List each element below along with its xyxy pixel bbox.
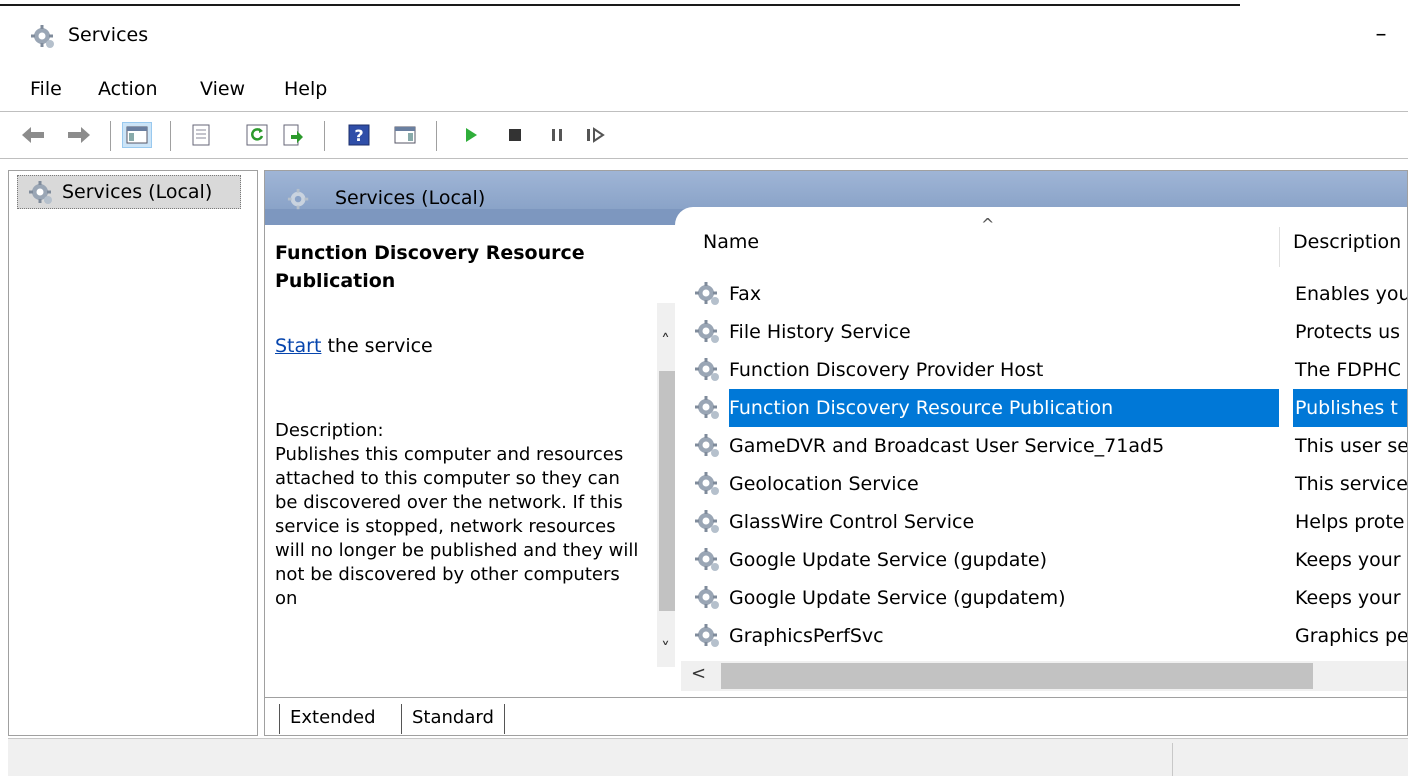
scroll-left-icon[interactable]: < [691, 663, 706, 684]
description-label: Description: [275, 420, 384, 441]
stop-service-icon[interactable] [502, 122, 528, 148]
service-gear-icon [695, 586, 719, 609]
service-name: GlassWire Control Service [729, 511, 975, 533]
menu-file[interactable]: File [30, 78, 62, 100]
properties-icon[interactable] [188, 122, 214, 148]
toolbar-separator [110, 121, 112, 151]
start-service-suffix: the service [321, 335, 433, 357]
service-description: Graphics pe [1295, 625, 1408, 647]
menu-help[interactable]: Help [284, 78, 327, 100]
tab-extended[interactable]: Extended [279, 704, 386, 734]
services-panel: Services (Local) Function Discovery Reso… [264, 170, 1408, 736]
service-name: GraphicsPerfSvc [729, 625, 884, 647]
toolbar: ? [0, 113, 1408, 159]
service-gear-icon [695, 624, 719, 647]
service-description: This service [1295, 473, 1408, 495]
scroll-up-icon[interactable]: ˄ [661, 331, 670, 352]
column-header-description[interactable]: Description [1293, 231, 1401, 253]
service-gear-icon [695, 320, 719, 343]
service-gear-icon [695, 358, 719, 381]
title-bar: Services – [0, 6, 1408, 66]
extended-description-pane: Function Discovery Resource Publication … [265, 225, 675, 697]
service-name: Google Update Service (gupdate) [729, 549, 1047, 571]
back-arrow-icon[interactable] [20, 122, 46, 148]
panel-title: Services (Local) [335, 187, 486, 209]
menu-view[interactable]: View [200, 78, 245, 100]
forward-arrow-icon[interactable] [66, 122, 92, 148]
window-title: Services [68, 24, 149, 46]
service-gear-icon [695, 396, 719, 419]
column-header-name[interactable]: Name [703, 231, 759, 253]
service-row[interactable]: Function Discovery Provider Host The FDPH… [693, 351, 1407, 389]
service-row[interactable]: GlassWire Control Service Helps prote [693, 503, 1407, 541]
service-description: Enables you [1295, 283, 1408, 305]
service-row[interactable]: Google Update Service (gupdate) Keeps you… [693, 541, 1407, 579]
service-row[interactable]: Google Update Service (gupdatem) Keeps yo… [693, 579, 1407, 617]
service-name: Function Discovery Provider Host [729, 359, 1044, 381]
service-row[interactable]: GameDVR and Broadcast User Service_71ad5… [693, 427, 1408, 465]
toolbar-separator [170, 121, 172, 151]
service-gear-icon [695, 434, 719, 457]
view-tabs: Extended Standard [265, 697, 1407, 735]
show-hide-action-pane-icon[interactable] [392, 122, 418, 148]
toolbar-separator [436, 121, 438, 151]
start-service-link[interactable]: Start [275, 335, 321, 357]
export-list-icon[interactable] [280, 122, 306, 148]
toolbar-separator [324, 121, 326, 151]
service-row[interactable]: File History Service Protects us [693, 313, 1407, 351]
start-service-icon[interactable] [458, 122, 484, 148]
svg-text:?: ? [354, 126, 363, 145]
horizontal-scrollbar[interactable]: < [681, 661, 1407, 691]
service-description: This user se [1295, 435, 1408, 457]
console-tree: Services (Local) [8, 170, 258, 736]
tab-standard[interactable]: Standard [401, 704, 505, 734]
service-name: Function Discovery Resource Publication [729, 389, 1279, 427]
service-gear-icon [695, 282, 719, 305]
service-description: Keeps your [1295, 549, 1401, 571]
service-gear-icon [695, 548, 719, 571]
service-row[interactable]: Geolocation Service This service [693, 465, 1408, 503]
scroll-down-icon[interactable]: ˅ [661, 639, 670, 660]
status-bar [8, 738, 1408, 776]
service-name: GameDVR and Broadcast User Service_71ad5 [729, 435, 1165, 457]
service-gear-icon [695, 510, 719, 533]
tree-item-label: Services (Local) [62, 181, 213, 203]
menu-action[interactable]: Action [98, 78, 158, 100]
service-description: The FDPHC [1295, 359, 1401, 381]
service-row[interactable]: Fax Enables you [693, 275, 1408, 313]
service-name: Google Update Service (gupdatem) [729, 587, 1066, 609]
description-text: Publishes this computer and resources at… [275, 444, 639, 609]
menu-bar: File Action View Help [0, 68, 1408, 112]
services-gear-icon [31, 25, 54, 48]
help-icon[interactable]: ? [346, 122, 372, 148]
service-row[interactable]: GraphicsPerfSvc Graphics pe [693, 617, 1408, 655]
selected-service-title: Function Discovery Resource Publication [275, 242, 585, 292]
service-row[interactable]: Function Discovery Resource Publication P… [693, 389, 1407, 427]
minimize-button[interactable]: – [1366, 20, 1396, 50]
services-gear-icon [287, 188, 309, 210]
scrollbar-thumb[interactable] [721, 663, 1313, 689]
service-description: Keeps your [1295, 587, 1401, 609]
service-name: File History Service [729, 321, 911, 343]
service-name: Fax [729, 283, 762, 305]
service-description: Publishes t [1293, 389, 1407, 427]
resume-service-icon[interactable] [582, 122, 608, 148]
show-hide-console-tree-icon[interactable] [122, 122, 152, 148]
service-gear-icon [695, 472, 719, 495]
service-name: Geolocation Service [729, 473, 919, 495]
start-service-line: Start the service [275, 335, 675, 357]
services-gear-icon [29, 181, 52, 204]
refresh-icon[interactable] [244, 122, 270, 148]
sort-ascending-icon: ^ [981, 215, 995, 234]
column-divider[interactable] [1279, 227, 1280, 267]
service-description: Helps prote [1295, 511, 1405, 533]
tree-item-services-local[interactable]: Services (Local) [17, 175, 241, 209]
status-separator [1172, 743, 1173, 776]
pause-service-icon[interactable] [544, 122, 570, 148]
service-description: Protects us [1295, 321, 1401, 343]
